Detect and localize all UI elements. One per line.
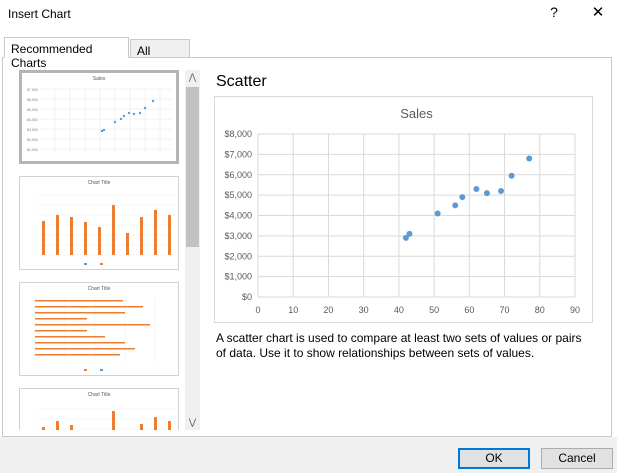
svg-text:$4,000: $4,000 bbox=[27, 118, 38, 122]
thumbnail-scatter-graphic: $7,000 $6,000 $5,000 $4,000 $3,000 $2,000 $… bbox=[27, 88, 172, 153]
chart-preview: Sales 0 10 20 30 40 50 60 70 80 90 $0 $1,000 $2,000 $3… bbox=[214, 96, 593, 323]
close-button[interactable]: ✕ bbox=[590, 3, 606, 21]
preview-chart-name: Scatter bbox=[216, 73, 267, 90]
thumbnail-column-2[interactable]: Chart Title bbox=[19, 388, 179, 430]
data-point bbox=[508, 172, 515, 179]
title-bar: Insert Chart ? ✕ bbox=[0, 0, 617, 30]
svg-text:$2,000: $2,000 bbox=[27, 138, 38, 142]
thumbnail-scrollbar[interactable]: ⋀ ⋁ bbox=[185, 70, 200, 430]
data-point bbox=[452, 202, 459, 209]
x-tick-label: 30 bbox=[359, 305, 369, 315]
x-tick-label: 90 bbox=[570, 305, 580, 315]
scroll-up-icon[interactable]: ⋀ bbox=[185, 70, 200, 85]
y-tick-label: $0 bbox=[242, 292, 252, 302]
svg-text:$1,000: $1,000 bbox=[27, 148, 38, 152]
x-tick-label: 50 bbox=[429, 305, 439, 315]
thumbnail-bar[interactable]: Chart Title bbox=[19, 282, 179, 376]
thumbnail-column[interactable]: Chart Title bbox=[19, 176, 179, 270]
ok-button[interactable]: OK bbox=[458, 448, 530, 469]
x-tick-label: 40 bbox=[394, 305, 404, 315]
data-point bbox=[526, 155, 533, 162]
thumbnail-column-2-graphic bbox=[38, 408, 175, 430]
y-tick-label: $1,000 bbox=[224, 272, 252, 282]
thumbnail-bar-graphic bbox=[34, 297, 156, 371]
data-point bbox=[498, 188, 505, 195]
y-tick-label: $6,000 bbox=[224, 170, 252, 180]
y-tick-label: $3,000 bbox=[224, 231, 252, 241]
data-point bbox=[483, 190, 490, 197]
help-button[interactable]: ? bbox=[548, 4, 560, 20]
data-point bbox=[459, 194, 466, 201]
scroll-down-icon[interactable]: ⋁ bbox=[185, 415, 200, 430]
x-tick-label: 80 bbox=[535, 305, 545, 315]
data-point bbox=[473, 186, 480, 193]
x-tick-label: 70 bbox=[500, 305, 510, 315]
cancel-button[interactable]: Cancel bbox=[541, 448, 613, 469]
y-tick-label: $2,000 bbox=[224, 251, 252, 261]
thumbnail-scatter[interactable]: Sales $7,000 $6,000 $5,000 $4,000 $3,000… bbox=[19, 70, 179, 164]
thumbnail-column-graphic bbox=[38, 194, 175, 265]
svg-text:$5,000: $5,000 bbox=[27, 108, 38, 112]
x-tick-label: 60 bbox=[464, 305, 474, 315]
preview-description: A scatter chart is used to compare at le… bbox=[216, 331, 582, 360]
scroll-thumb[interactable] bbox=[186, 87, 199, 247]
data-point bbox=[406, 230, 413, 237]
y-tick-label: $5,000 bbox=[224, 190, 252, 200]
svg-text:$3,000: $3,000 bbox=[27, 128, 38, 132]
x-tick-label: 10 bbox=[288, 305, 298, 315]
svg-text:$6,000: $6,000 bbox=[27, 98, 38, 102]
x-tick-label: 0 bbox=[255, 305, 260, 315]
scatter-chart: Sales 0 10 20 30 40 50 60 70 80 90 $0 $1,000 $2,000 $3… bbox=[224, 106, 580, 315]
y-tick-label: $8,000 bbox=[224, 129, 252, 139]
tab-all-charts[interactable]: All Charts bbox=[130, 39, 190, 72]
svg-text:$7,000: $7,000 bbox=[27, 88, 38, 92]
x-tick-label: 20 bbox=[323, 305, 333, 315]
data-point bbox=[434, 210, 441, 217]
tab-recommended-charts[interactable]: Recommended Charts bbox=[4, 37, 129, 70]
chart-thumbnail-list: Sales $7,000 $6,000 $5,000 $4,000 $3,000… bbox=[15, 70, 185, 430]
window-title: Insert Chart bbox=[8, 7, 71, 21]
y-tick-label: $7,000 bbox=[224, 149, 252, 159]
chart-title: Sales bbox=[400, 106, 433, 121]
y-tick-label: $4,000 bbox=[224, 211, 252, 221]
